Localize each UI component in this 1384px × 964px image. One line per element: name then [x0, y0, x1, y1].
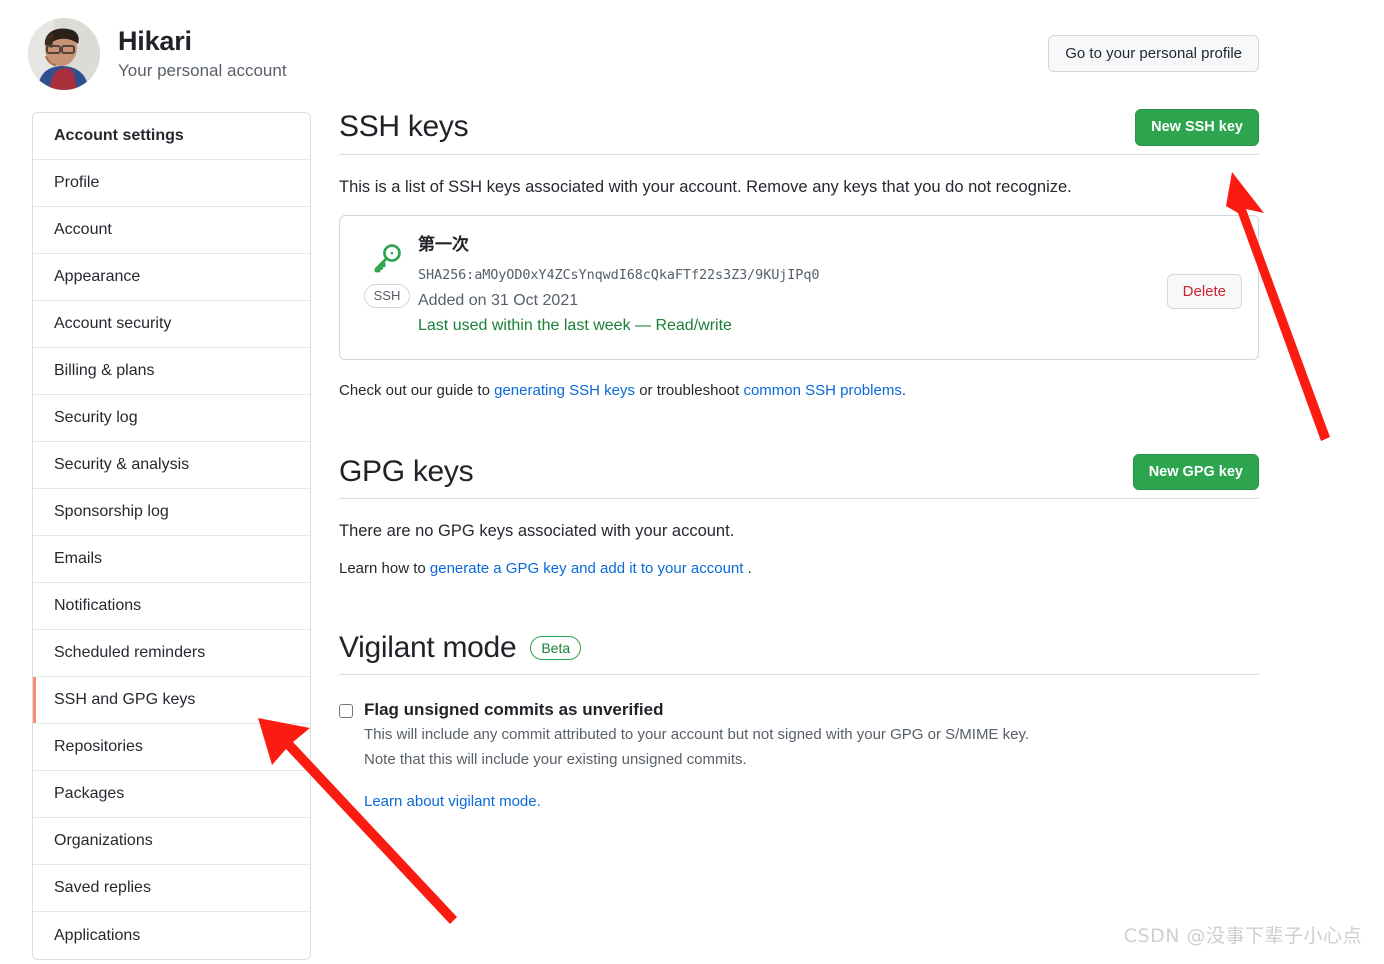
ssh-keys-title: SSH keys — [339, 110, 469, 143]
ssh-guide-text: Check out our guide to generating SSH ke… — [339, 380, 1259, 403]
sidebar-item-sponsorship-log[interactable]: Sponsorship log — [33, 489, 310, 536]
sidebar-item-label: Account security — [54, 315, 172, 332]
sidebar-item-repositories[interactable]: Repositories — [33, 724, 310, 771]
sidebar-item-emails[interactable]: Emails — [33, 536, 310, 583]
sidebar-item-label: Security & analysis — [54, 456, 190, 473]
sidebar-item-security-log[interactable]: Security log — [33, 395, 310, 442]
ssh-guide-suffix: . — [901, 382, 906, 400]
sidebar-item-label: Emails — [54, 550, 103, 567]
vigilant-note-line-2: Note that this will include your existin… — [364, 750, 747, 768]
sidebar-item-label: Account — [54, 221, 112, 238]
sidebar-item-appearance[interactable]: Appearance — [33, 254, 310, 301]
settings-sidebar: Account settings Profile Account Appeara… — [32, 112, 311, 960]
ssh-key-added-date: Added on 31 Oct 2021 — [418, 291, 579, 309]
sidebar-item-label: Security log — [54, 409, 138, 426]
ssh-key-name: 第一次 — [418, 235, 469, 255]
sidebar-heading: Account settings — [33, 113, 310, 160]
sidebar-item-label: Packages — [54, 785, 125, 802]
generate-gpg-key-link[interactable]: generate a GPG key and add it to your ac… — [430, 560, 744, 577]
sidebar-item-notifications[interactable]: Notifications — [33, 583, 310, 630]
ssh-guide-prefix: Check out our guide to — [339, 382, 495, 400]
account-name: Hikari — [118, 25, 192, 56]
sidebar-item-security-analysis[interactable]: Security & analysis — [33, 442, 310, 489]
key-icon — [370, 241, 404, 280]
sidebar-item-label: Repositories — [54, 738, 143, 755]
sidebar-item-label: SSH and GPG keys — [54, 691, 196, 708]
sidebar-item-label: Notifications — [54, 597, 142, 614]
sidebar-item-profile[interactable]: Profile — [33, 160, 310, 207]
new-ssh-key-button[interactable]: New SSH key — [1135, 109, 1259, 146]
ssh-key-details: 第一次 SHA256:aMOyOD0xY4ZCsYnqwdI68cQkaFTf2… — [418, 232, 1242, 337]
sidebar-item-label: Sponsorship log — [54, 503, 169, 520]
ssh-key-last-used: Last used within the last week — Read/wr… — [418, 317, 732, 335]
ssh-type-badge: SSH — [363, 284, 411, 308]
ssh-guide-middle: or troubleshoot — [635, 382, 744, 400]
delete-ssh-key-button[interactable]: Delete — [1166, 274, 1242, 310]
sidebar-item-organizations[interactable]: Organizations — [33, 818, 310, 865]
ssh-key-card: SSH 第一次 SHA256:aMOyOD0xY4ZCsYnqwdI68cQka… — [339, 215, 1259, 361]
vigilant-checkbox-row: Flag unsigned commits as unverified This… — [339, 699, 1259, 810]
sidebar-item-billing-plans[interactable]: Billing & plans — [33, 348, 310, 395]
sidebar-item-label: Saved replies — [54, 879, 151, 896]
sidebar-item-label: Appearance — [54, 268, 141, 285]
go-to-personal-profile-button[interactable]: Go to your personal profile — [1048, 35, 1259, 72]
vigilant-mode-section-header: Vigilant mode Beta — [339, 631, 1259, 676]
page-root: Hikari Your personal account Go to your … — [0, 0, 1384, 964]
sidebar-item-ssh-and-gpg-keys[interactable]: SSH and GPG keys — [33, 677, 310, 724]
sidebar-item-label: Organizations — [54, 832, 153, 849]
avatar — [28, 18, 100, 90]
learn-about-vigilant-mode-link[interactable]: Learn about vigilant mode. — [364, 793, 1029, 810]
generating-ssh-keys-link[interactable]: generating SSH keys — [494, 382, 635, 399]
ssh-key-icon-column: SSH — [356, 232, 418, 308]
ssh-keys-section-header: SSH keys New SSH key — [339, 109, 1259, 155]
flag-unsigned-commits-checkbox[interactable] — [339, 704, 353, 719]
gpg-empty-text: There are no GPG keys associated with yo… — [339, 522, 735, 541]
ssh-keys-description: This is a list of SSH keys associated wi… — [339, 177, 1072, 196]
sidebar-item-account-security[interactable]: Account security — [33, 301, 310, 348]
vigilant-text-block: Flag unsigned commits as unverified This… — [364, 699, 1029, 810]
beta-badge: Beta — [530, 636, 582, 661]
gpg-keys-section-header: GPG keys New GPG key — [339, 454, 1259, 500]
new-gpg-key-button[interactable]: New GPG key — [1132, 454, 1259, 491]
sidebar-item-label: Profile — [54, 174, 100, 191]
sidebar-item-account[interactable]: Account — [33, 207, 310, 254]
sidebar-item-label: Scheduled reminders — [54, 644, 206, 661]
vigilant-note-line-1: This will include any commit attributed … — [364, 726, 1030, 744]
gpg-keys-title: GPG keys — [339, 454, 474, 488]
flag-unsigned-commits-label: Flag unsigned commits as unverified — [364, 700, 664, 720]
account-name-block: Hikari Your personal account — [118, 26, 287, 82]
gpg-learn-prefix: Learn how to — [339, 560, 430, 578]
account-header: Hikari Your personal account — [28, 18, 287, 90]
sidebar-item-scheduled-reminders[interactable]: Scheduled reminders — [33, 630, 310, 677]
gpg-learn-suffix: . — [743, 560, 752, 578]
account-subtitle: Your personal account — [118, 60, 287, 80]
vigilant-mode-title: Vigilant mode — [339, 630, 517, 664]
sidebar-item-label: Billing & plans — [54, 362, 155, 379]
sidebar-item-packages[interactable]: Packages — [33, 771, 310, 818]
ssh-key-fingerprint: SHA256:aMOyOD0xY4ZCsYnqwdI68cQkaFTf22s3Z… — [418, 266, 820, 283]
common-ssh-problems-link[interactable]: common SSH problems — [743, 382, 901, 399]
main-content: SSH keys New SSH key This is a list of S… — [339, 109, 1259, 810]
gpg-learn-text: Learn how to generate a GPG key and add … — [339, 558, 1259, 581]
watermark: CSDN @没事下辈子小心点 — [1123, 925, 1362, 947]
sidebar-item-applications[interactable]: Applications — [33, 912, 310, 959]
sidebar-item-saved-replies[interactable]: Saved replies — [33, 865, 310, 912]
sidebar-item-label: Applications — [54, 926, 141, 944]
